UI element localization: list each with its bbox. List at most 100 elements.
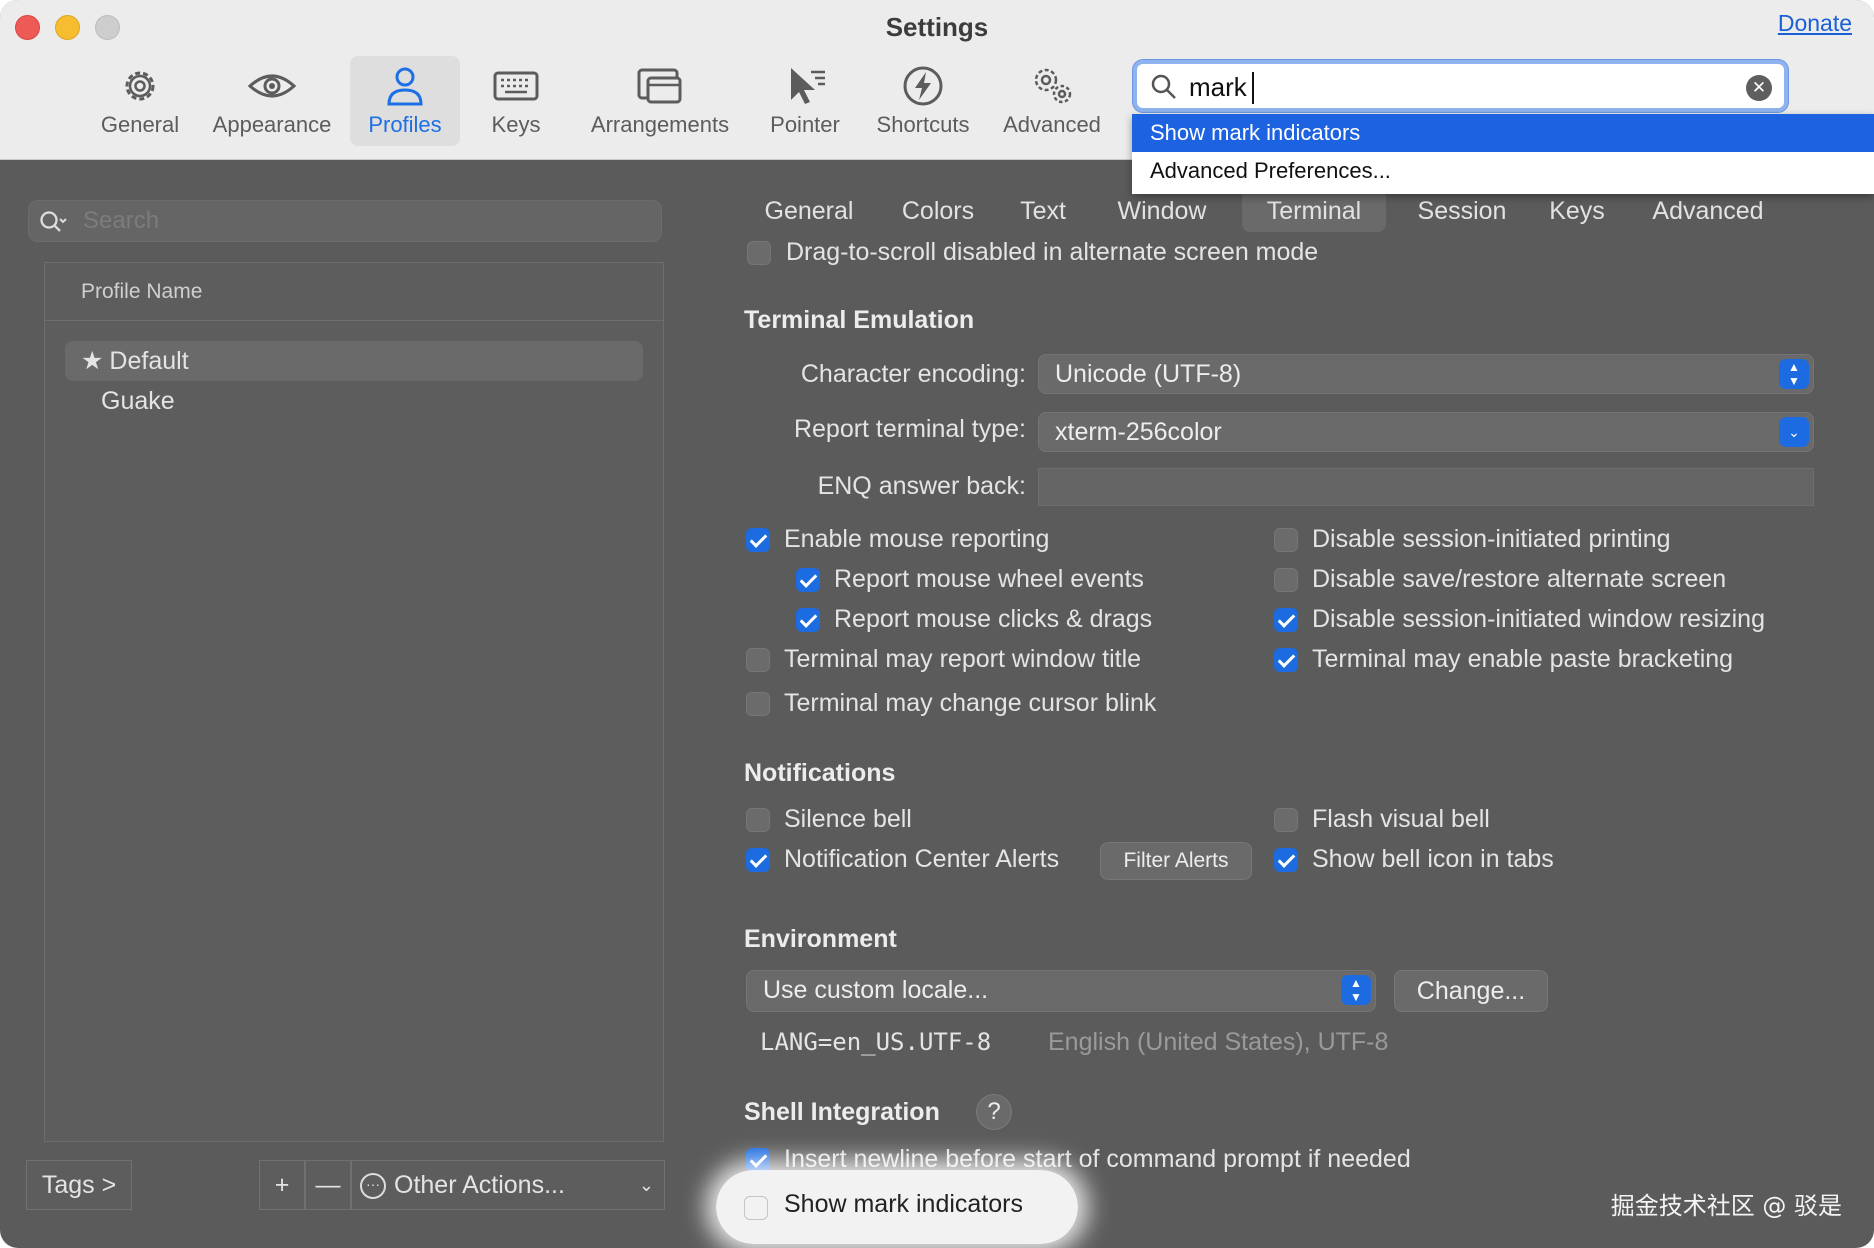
tab-text[interactable]: Text	[1000, 190, 1086, 232]
add-profile-button[interactable]: +	[259, 1160, 305, 1210]
character-encoding-popup[interactable]: Unicode (UTF-8) ▲ ▼	[1038, 354, 1814, 394]
insert-newline-checkbox[interactable]	[746, 1148, 770, 1172]
toolbar-advanced[interactable]: Advanced	[996, 56, 1108, 146]
eye-icon	[248, 74, 296, 98]
text-caret	[1252, 72, 1254, 104]
disable-printing-label: Disable session-initiated printing	[1312, 525, 1671, 553]
search-results-dropdown: Show mark indicators Advanced Preference…	[1132, 114, 1874, 194]
tab-advanced[interactable]: Advanced	[1642, 190, 1774, 232]
settings-search-box[interactable]: ✕	[1133, 60, 1788, 112]
lang-value: LANG=en_US.UTF-8	[760, 1028, 992, 1056]
profile-search-field[interactable]	[28, 200, 662, 242]
settings-window: Settings Donate General Appearance Profi…	[0, 0, 1874, 1248]
search-result-advanced-preferences[interactable]: Advanced Preferences...	[1132, 152, 1874, 190]
keyboard-icon	[493, 71, 539, 101]
report-terminal-type-label: Report terminal type:	[793, 415, 1026, 443]
enable-mouse-reporting-checkbox[interactable]	[746, 528, 770, 552]
other-actions-button[interactable]: ··· Other Actions... ⌄	[351, 1160, 665, 1210]
notification-center-alerts-checkbox[interactable]	[746, 848, 770, 872]
profile-actions-bar: Tags > + — ··· Other Actions... ⌄	[26, 1160, 666, 1210]
toolbar-keys[interactable]: Keys	[476, 56, 556, 146]
change-locale-button[interactable]: Change...	[1394, 970, 1548, 1012]
flash-visual-bell-checkbox[interactable]	[1274, 808, 1298, 832]
donate-link[interactable]: Donate	[1778, 10, 1852, 37]
disable-printing-checkbox[interactable]	[1274, 528, 1298, 552]
enq-answer-back-field[interactable]	[1038, 468, 1814, 506]
watermark-text: 掘金技术社区 @ 驳是	[1610, 1192, 1842, 1220]
toolbar-appearance[interactable]: Appearance	[208, 56, 336, 146]
character-encoding-label: Character encoding:	[800, 360, 1026, 388]
remove-profile-button[interactable]: —	[305, 1160, 351, 1210]
tab-keys[interactable]: Keys	[1536, 190, 1618, 232]
report-mouse-clicks-label: Report mouse clicks & drags	[834, 605, 1153, 633]
terminal-type-value: xterm-256color	[1055, 418, 1222, 446]
person-icon	[387, 67, 423, 106]
lang-description: English (United States), UTF-8	[1048, 1028, 1389, 1056]
toolbar-shortcuts-label: Shortcuts	[876, 112, 970, 137]
report-mouse-clicks-checkbox[interactable]	[796, 608, 820, 632]
locale-value: Use custom locale...	[763, 976, 989, 1004]
terminal-type-combobox[interactable]: xterm-256color ⌄	[1038, 412, 1814, 452]
toolbar-arrangements-label: Arrangements	[590, 112, 730, 137]
show-mark-indicators-label: Show mark indicators	[784, 1190, 1023, 1218]
silence-bell-checkbox[interactable]	[746, 808, 770, 832]
tab-session[interactable]: Session	[1402, 190, 1522, 232]
report-mouse-wheel-label: Report mouse wheel events	[834, 565, 1144, 593]
toolbar-arrangements[interactable]: Arrangements	[580, 56, 740, 146]
profile-tab-bar: General Colors Text Window Terminal Sess…	[742, 190, 1812, 232]
pointer-icon	[791, 68, 825, 104]
windows-icon	[637, 68, 682, 104]
terminal-emulation-heading: Terminal Emulation	[744, 306, 975, 334]
enable-mouse-reporting-label: Enable mouse reporting	[784, 525, 1050, 553]
profile-row-guake[interactable]: Guake	[65, 381, 643, 421]
paste-bracketing-checkbox[interactable]	[1274, 648, 1298, 672]
profile-search-input[interactable]	[83, 205, 643, 237]
settings-search-input[interactable]	[1189, 70, 1709, 104]
toolbar-appearance-label: Appearance	[212, 112, 332, 137]
toolbar-pointer[interactable]: Pointer	[760, 56, 850, 146]
search-icon	[1151, 74, 1176, 99]
toolbar-shortcuts[interactable]: Shortcuts	[868, 56, 978, 146]
profile-name-column-header[interactable]: Profile Name	[45, 263, 663, 321]
other-actions-label: Other Actions...	[394, 1171, 565, 1199]
window-title: Settings	[885, 12, 989, 42]
profile-guake-label: Guake	[101, 387, 175, 415]
ellipsis-circle-icon: ···	[360, 1173, 386, 1199]
show-bell-icon-checkbox[interactable]	[1274, 848, 1298, 872]
up-down-arrows-icon: ▲ ▼	[1341, 975, 1371, 1005]
report-window-title-checkbox[interactable]	[746, 648, 770, 672]
filter-alerts-button[interactable]: Filter Alerts	[1100, 842, 1252, 880]
tags-button[interactable]: Tags >	[26, 1160, 132, 1210]
flash-visual-bell-label: Flash visual bell	[1312, 805, 1490, 833]
report-window-title-label: Terminal may report window title	[784, 645, 1142, 673]
help-button[interactable]: ?	[976, 1094, 1012, 1130]
change-cursor-blink-label: Terminal may change cursor blink	[784, 689, 1157, 717]
clear-search-icon[interactable]: ✕	[1746, 75, 1772, 101]
search-icon	[40, 211, 67, 232]
toolbar-general[interactable]: General	[94, 56, 186, 146]
search-result-show-mark-indicators[interactable]: Show mark indicators	[1132, 114, 1874, 152]
notification-center-alerts-label: Notification Center Alerts	[784, 845, 1060, 873]
tab-window[interactable]: Window	[1104, 190, 1220, 232]
tab-terminal[interactable]: Terminal	[1242, 190, 1386, 232]
search-highlight-spotlight: Show mark indicators	[716, 1170, 1078, 1244]
star-icon: ★	[81, 347, 104, 375]
gears-icon	[1034, 68, 1072, 104]
toolbar-keys-label: Keys	[491, 112, 541, 137]
locale-popup[interactable]: Use custom locale... ▲ ▼	[746, 970, 1376, 1012]
profile-row-default[interactable]: ★ Default	[65, 341, 643, 381]
notifications-heading: Notifications	[744, 759, 896, 787]
profile-default-label: Default	[109, 347, 189, 375]
report-mouse-wheel-checkbox[interactable]	[796, 568, 820, 592]
toolbar-general-label: General	[100, 112, 180, 137]
paste-bracketing-label: Terminal may enable paste bracketing	[1312, 645, 1734, 673]
toolbar-profiles[interactable]: Profiles	[350, 56, 460, 146]
change-cursor-blink-checkbox[interactable]	[746, 692, 770, 716]
drag-to-scroll-checkbox[interactable]	[747, 241, 771, 265]
show-mark-indicators-checkbox[interactable]	[744, 1196, 768, 1220]
disable-alternate-screen-checkbox[interactable]	[1274, 568, 1298, 592]
tab-colors[interactable]: Colors	[886, 190, 990, 232]
disable-window-resizing-checkbox[interactable]	[1274, 608, 1298, 632]
enq-answer-back-label: ENQ answer back:	[817, 472, 1026, 500]
tab-general[interactable]: General	[742, 190, 876, 232]
